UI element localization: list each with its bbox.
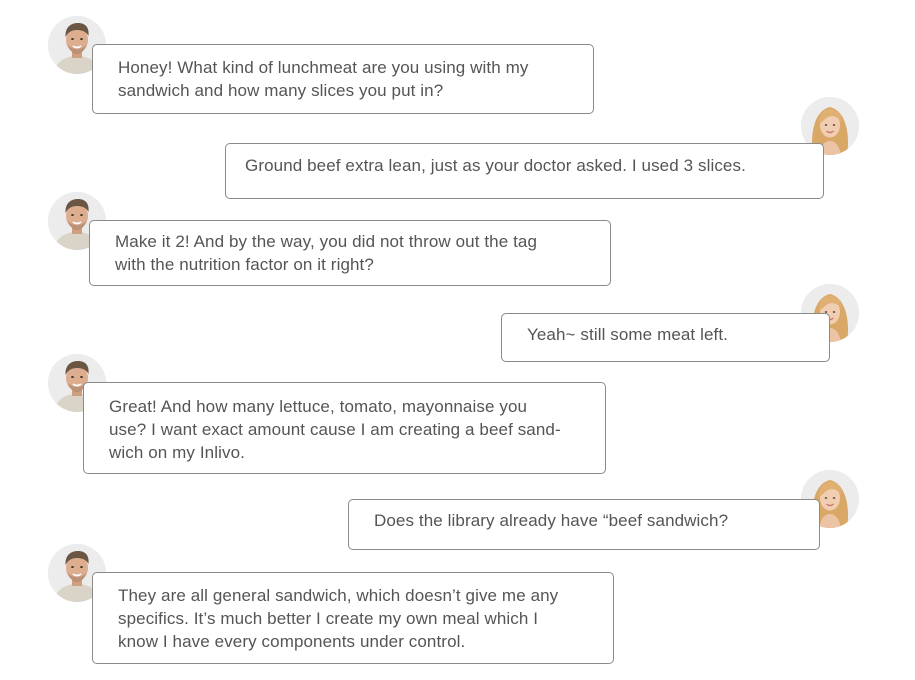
- message-bubble-1: Honey! What kind of lunchmeat are you us…: [92, 44, 594, 114]
- message-bubble-7: They are all general sandwich, which doe…: [92, 572, 614, 664]
- message-text-7: They are all general sandwich, which doe…: [118, 586, 559, 651]
- message-text-6: Does the library already have “beef sand…: [374, 511, 729, 530]
- message-text-1: Honey! What kind of lunchmeat are you us…: [118, 58, 529, 100]
- message-text-2: Ground beef extra lean, just as your doc…: [245, 156, 746, 175]
- message-text-3: Make it 2! And by the way, you did not t…: [115, 232, 538, 274]
- message-bubble-4: Yeah~ still some meat left.: [501, 313, 830, 362]
- message-bubble-6: Does the library already have “beef sand…: [348, 499, 820, 550]
- message-text-5: Great! And how many lettuce, tomato, may…: [109, 397, 561, 462]
- message-bubble-5: Great! And how many lettuce, tomato, may…: [83, 382, 606, 474]
- message-bubble-2: Ground beef extra lean, just as your doc…: [225, 143, 824, 199]
- message-bubble-3: Make it 2! And by the way, you did not t…: [89, 220, 611, 286]
- message-text-4: Yeah~ still some meat left.: [527, 325, 728, 344]
